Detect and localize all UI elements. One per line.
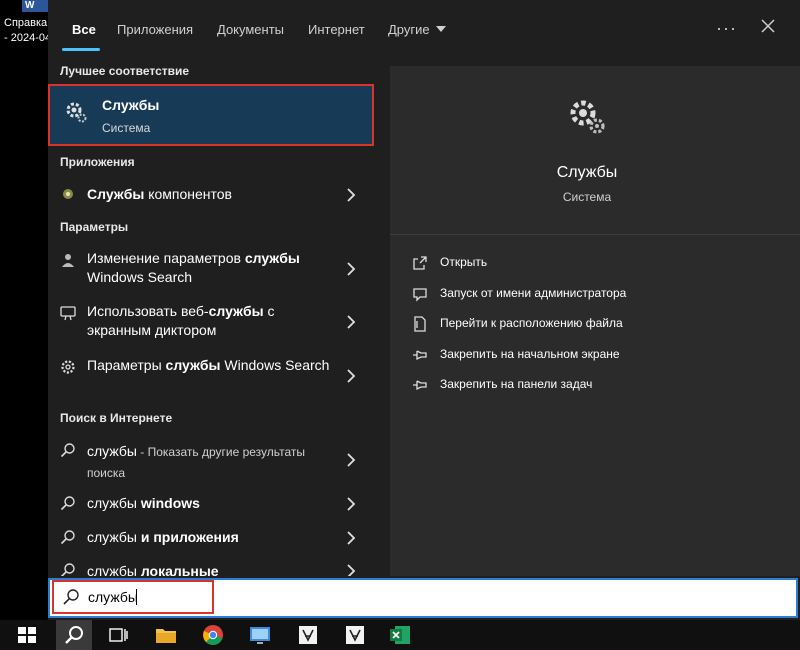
open-icon: [413, 256, 427, 270]
tab-other[interactable]: Другие: [388, 22, 446, 37]
search-taskbar-button[interactable]: [56, 620, 92, 650]
action-open[interactable]: Открыть: [412, 253, 772, 273]
task-view-icon[interactable]: [106, 624, 130, 646]
more-options-button[interactable]: ···: [716, 18, 737, 39]
excel-icon[interactable]: [388, 624, 412, 646]
desktop-file-label[interactable]: Справка - 2024-04: [4, 16, 48, 46]
web-search-header: Поиск в Интернете: [60, 411, 173, 425]
chevron-right-icon: [347, 564, 356, 576]
search-icon: [60, 496, 75, 511]
list-item-setting[interactable]: Параметры службы Windows Search: [48, 351, 378, 401]
list-item-web[interactable]: службы и приложения: [48, 523, 378, 553]
best-match-item[interactable]: Службы Система: [48, 84, 374, 146]
search-input[interactable]: [88, 586, 488, 608]
search-panel: Все Приложения Документы Интернет Другие…: [48, 0, 800, 620]
settings-header: Параметры: [60, 220, 129, 234]
chevron-right-icon: [347, 531, 356, 545]
best-match-title: Службы: [102, 97, 160, 113]
tab-all[interactable]: Все: [72, 22, 96, 37]
tab-documents[interactable]: Документы: [217, 22, 284, 37]
pin-icon: [413, 350, 427, 361]
list-item-web[interactable]: службы windows: [48, 489, 378, 519]
word-icon[interactable]: W: [22, 0, 48, 12]
services-gear-icon: [570, 100, 605, 134]
chrome-icon[interactable]: [201, 624, 225, 646]
app-icon[interactable]: [296, 624, 320, 646]
best-match-header: Лучшее соответствие: [60, 64, 190, 78]
user-settings-icon: [62, 254, 74, 267]
list-item-web[interactable]: службы - Показать другие результаты поис…: [48, 436, 378, 482]
chevron-right-icon: [347, 315, 356, 329]
list-item-web[interactable]: службы локальные: [48, 556, 378, 576]
app-icon[interactable]: [343, 624, 367, 646]
taskbar: [0, 620, 800, 650]
search-tabs-bar: Все Приложения Документы Интернет Другие…: [48, 0, 800, 56]
results-list: Лучшее соответствие Службы Система Прило…: [48, 56, 378, 576]
chevron-right-icon: [347, 497, 356, 511]
preview-pane: Службы Система Открыть Запуск от имени а…: [390, 66, 800, 576]
remote-desktop-icon[interactable]: [248, 624, 272, 646]
preview-subtitle: Система: [562, 190, 612, 204]
search-icon: [60, 443, 75, 458]
action-pin-start[interactable]: Закрепить на начальном экране: [412, 345, 772, 365]
tab-internet[interactable]: Интернет: [308, 22, 365, 37]
windows-start-icon[interactable]: [15, 624, 39, 646]
chevron-right-icon: [347, 188, 356, 202]
services-gear-icon: [66, 102, 87, 123]
apps-header: Приложения: [60, 155, 135, 169]
list-item-app[interactable]: Службы компонентов: [48, 180, 378, 208]
file-explorer-icon[interactable]: [154, 624, 178, 646]
best-match-subtitle: Система: [102, 121, 151, 135]
chevron-right-icon: [347, 369, 356, 383]
action-file-location[interactable]: Перейти к расположению файла: [412, 314, 772, 334]
search-icon: [65, 626, 83, 644]
close-icon[interactable]: [758, 16, 778, 36]
gear-icon: [61, 360, 75, 374]
action-run-as-admin[interactable]: Запуск от имени администратора: [412, 284, 772, 304]
list-item-setting[interactable]: Изменение параметров службы Windows Sear…: [48, 244, 378, 294]
search-icon: [63, 589, 79, 605]
component-services-icon: [63, 189, 73, 199]
chevron-right-icon: [347, 453, 356, 467]
pin-icon: [413, 380, 427, 391]
text-caret: [136, 589, 137, 605]
action-pin-taskbar[interactable]: Закрепить на панели задач: [412, 375, 772, 395]
search-icon: [60, 563, 75, 576]
chevron-right-icon: [347, 262, 356, 276]
search-icon: [60, 530, 75, 545]
chevron-down-icon: [435, 26, 446, 32]
file-location-icon: [414, 316, 426, 332]
tab-apps[interactable]: Приложения: [117, 22, 193, 37]
divider: [390, 234, 800, 235]
run-as-admin-icon: [413, 288, 427, 302]
narrator-icon: [60, 306, 76, 321]
active-tab-indicator: [62, 48, 100, 51]
preview-title: Службы: [556, 164, 618, 181]
list-item-setting[interactable]: Использовать веб-службы с экранным дикто…: [48, 297, 378, 347]
